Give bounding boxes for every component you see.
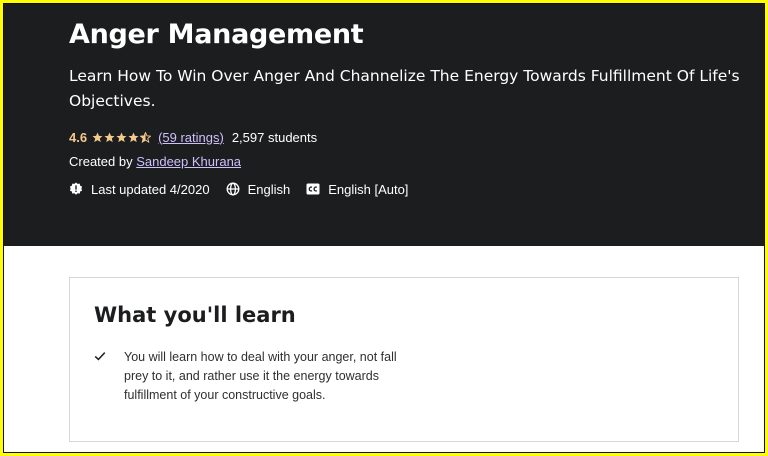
learn-item-text: You will learn how to deal with your ang… (124, 350, 397, 402)
last-updated: Last updated 4/2020 (69, 182, 210, 197)
learn-heading: What you'll learn (94, 303, 296, 327)
star-rating (92, 131, 152, 143)
check-icon (94, 350, 106, 362)
star-icon (92, 132, 103, 143)
course-title: Anger Management (69, 19, 364, 50)
alert-badge-icon (69, 182, 83, 196)
what-youll-learn-box: What you'll learn You will learn how to … (69, 277, 739, 442)
language-text: English (247, 181, 291, 197)
star-icon (116, 132, 127, 143)
globe-icon (226, 182, 240, 196)
rating-row: 4.6 (59 ratings) 2,597 students (69, 128, 317, 146)
instructor-link[interactable]: Sandeep Khurana (136, 154, 241, 169)
ratings-count-link[interactable]: (59 ratings) (158, 130, 224, 145)
star-half-icon (140, 131, 152, 143)
star-icon (104, 132, 115, 143)
created-by-label: Created by (69, 154, 133, 169)
rating-value: 4.6 (69, 129, 88, 145)
captions-text: English [Auto] (328, 181, 409, 197)
page-frame: Anger Management Learn How To Win Over A… (3, 3, 765, 453)
course-captions: English [Auto] (306, 182, 408, 197)
course-header: Anger Management Learn How To Win Over A… (4, 4, 764, 246)
created-by-row: Created by Sandeep Khurana (69, 154, 241, 169)
last-updated-text: Last updated 4/2020 (91, 181, 210, 197)
course-meta-row: Last updated 4/2020 English English [Aut… (69, 180, 424, 198)
students-count: 2,597 students (231, 129, 318, 145)
course-language: English (226, 181, 291, 197)
course-subtitle: Learn How To Win Over Anger And Channeli… (69, 67, 740, 110)
star-icon (128, 132, 139, 143)
closed-captions-icon (306, 182, 320, 196)
